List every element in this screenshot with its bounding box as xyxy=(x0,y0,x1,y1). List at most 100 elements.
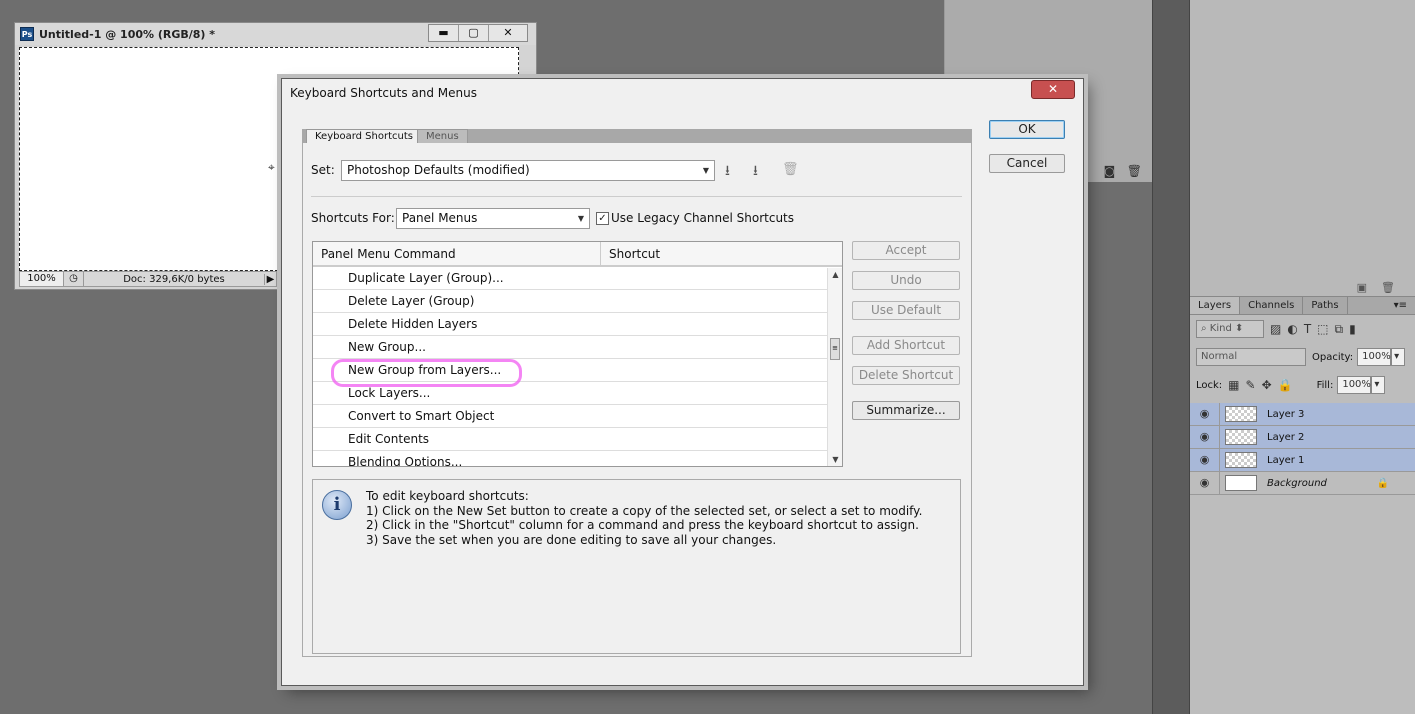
visibility-eye-icon[interactable]: ◉ xyxy=(1190,449,1220,471)
tab-channels[interactable]: Channels xyxy=(1240,297,1304,314)
opacity-dropdown-icon[interactable]: ▾ xyxy=(1391,348,1406,366)
status-menu-arrow-icon[interactable]: ▶ xyxy=(264,273,276,285)
legacy-shortcuts-checkbox[interactable]: ✓ xyxy=(596,212,609,225)
tab-paths[interactable]: Paths xyxy=(1303,297,1348,314)
lock-transparent-icon[interactable]: ▦ xyxy=(1228,378,1239,392)
set-label: Set: xyxy=(311,163,335,177)
lock-row: Lock: ▦ ✎ ✥ 🔒 Fill: 100% ▾ xyxy=(1190,371,1415,399)
delete-shortcut-button[interactable]: Delete Shortcut xyxy=(852,366,960,385)
column-header-shortcut[interactable]: Shortcut xyxy=(601,242,660,265)
set-value: Photoshop Defaults (modified) xyxy=(347,163,530,177)
blend-mode-select[interactable]: Normal xyxy=(1196,348,1306,366)
delete-set-icon[interactable]: 🗑 xyxy=(782,162,799,177)
save-set-icon[interactable]: ⭳ xyxy=(725,160,730,184)
visibility-eye-icon[interactable]: ◉ xyxy=(1190,472,1220,494)
tab-keyboard-shortcuts[interactable]: Keyboard Shortcuts xyxy=(306,129,422,144)
layer-lock-icon: 🔒 xyxy=(1376,477,1389,489)
lock-position-icon[interactable]: ✥ xyxy=(1262,378,1272,392)
smart-object-filter-icon[interactable]: ⧉ xyxy=(1335,322,1344,337)
photoshop-icon: Ps xyxy=(20,27,34,41)
shortcuts-for-label: Shortcuts For: xyxy=(311,211,395,225)
use-default-button[interactable]: Use Default xyxy=(852,301,960,320)
layer-row[interactable]: ◉ Layer 1 xyxy=(1190,449,1415,472)
close-window-button[interactable]: ✕ xyxy=(489,25,527,41)
scroll-down-icon[interactable]: ▼ xyxy=(828,455,842,464)
ok-button[interactable]: OK xyxy=(989,120,1065,139)
type-filter-icon[interactable]: T xyxy=(1304,322,1311,336)
cancel-button[interactable]: Cancel xyxy=(989,154,1065,173)
table-row[interactable]: Blending Options... xyxy=(313,451,827,466)
column-header-command[interactable]: Panel Menu Command xyxy=(313,242,601,265)
opacity-field[interactable]: 100% xyxy=(1357,348,1392,366)
table-row[interactable]: New Group... xyxy=(313,336,827,359)
shape-filter-icon[interactable]: ⬚ xyxy=(1317,322,1328,336)
legacy-shortcuts-label: Use Legacy Channel Shortcuts xyxy=(611,211,795,225)
filter-toggle-icon[interactable]: ▮ xyxy=(1349,322,1356,336)
table-row[interactable]: Delete Layer (Group) xyxy=(313,290,827,313)
shortcuts-for-value: Panel Menus xyxy=(402,211,478,225)
shortcuts-for-select[interactable]: Panel Menus ▼ xyxy=(396,208,590,229)
dialog-close-button[interactable]: ✕ xyxy=(1031,80,1075,99)
maximize-button[interactable]: ▢ xyxy=(459,25,489,41)
tab-menus[interactable]: Menus xyxy=(417,129,468,144)
visibility-eye-icon[interactable]: ◉ xyxy=(1190,426,1220,448)
kind-filter-select[interactable]: ⌕ Kind ⬍ xyxy=(1196,320,1264,338)
divider xyxy=(311,196,962,197)
camera-trash-icons: ◙ 🗑 xyxy=(1103,164,1142,178)
visibility-eye-icon[interactable]: ◉ xyxy=(1190,403,1220,425)
scroll-up-icon[interactable]: ▲ xyxy=(828,270,842,279)
table-row[interactable]: Delete Hidden Layers xyxy=(313,313,827,336)
doc-info: Doc: 329,6K/0 bytes xyxy=(123,273,225,285)
set-select[interactable]: Photoshop Defaults (modified) ▼ xyxy=(341,160,715,181)
lock-all-icon[interactable]: 🔒 xyxy=(1278,378,1293,392)
adjustment-filter-icon[interactable]: ◐ xyxy=(1287,322,1297,336)
new-delete-icons: ▣ 🗑 xyxy=(1356,281,1395,294)
layer-row-background[interactable]: ◉ Background 🔒 xyxy=(1190,472,1415,495)
scroll-thumb[interactable]: ≡ xyxy=(830,338,840,360)
shortcuts-table: Panel Menu Command Shortcut Duplicate La… xyxy=(312,241,843,467)
info-line: To edit keyboard shortcuts: xyxy=(366,489,529,503)
table-row[interactable]: Convert to Smart Object xyxy=(313,405,827,428)
kind-filter-label: Kind xyxy=(1209,323,1232,334)
lock-label: Lock: xyxy=(1196,379,1223,391)
table-row[interactable]: Duplicate Layer (Group)... xyxy=(313,267,827,290)
accept-button[interactable]: Accept xyxy=(852,241,960,260)
minimize-button[interactable]: ▬ xyxy=(429,25,459,41)
zoom-level[interactable]: 100% xyxy=(20,272,64,286)
dialog-tabbar: Keyboard Shortcuts Menus xyxy=(302,129,972,144)
image-filter-icon[interactable]: ▨ xyxy=(1270,322,1281,336)
chevron-down-icon: ▼ xyxy=(577,214,584,223)
layer-thumbnail xyxy=(1225,475,1257,491)
chevron-down-icon: ▼ xyxy=(702,166,709,175)
info-box: i To edit keyboard shortcuts: 1) Click o… xyxy=(312,479,961,654)
layer-row[interactable]: ◉ Layer 3 xyxy=(1190,403,1415,426)
layer-row[interactable]: ◉ Layer 2 xyxy=(1190,426,1415,449)
add-shortcut-button[interactable]: Add Shortcut xyxy=(852,336,960,355)
document-titlebar[interactable]: Ps Untitled-1 @ 100% (RGB/8) * ▬ ▢ ✕ xyxy=(15,23,536,45)
undo-button[interactable]: Undo xyxy=(852,271,960,290)
layer-name: Layer 2 xyxy=(1267,431,1305,443)
table-row[interactable]: Lock Layers... xyxy=(313,382,827,405)
info-text: To edit keyboard shortcuts: 1) Click on … xyxy=(366,489,922,547)
panel-dock-strip xyxy=(1152,0,1190,714)
opacity-label: Opacity: xyxy=(1312,351,1354,363)
fill-field[interactable]: 100% xyxy=(1337,376,1372,394)
lock-image-icon[interactable]: ✎ xyxy=(1246,378,1256,392)
table-header: Panel Menu Command Shortcut xyxy=(313,242,842,267)
table-row-highlighted[interactable]: New Group from Layers... xyxy=(313,359,827,387)
layer-name: Background xyxy=(1267,477,1327,489)
panel-menu-icon[interactable]: ▾≡ xyxy=(1386,297,1415,314)
info-line: 1) Click on the New Set button to create… xyxy=(366,503,923,518)
summarize-button[interactable]: Summarize... xyxy=(852,401,960,420)
fill-dropdown-icon[interactable]: ▾ xyxy=(1371,376,1386,394)
new-set-icon[interactable]: ⭳ xyxy=(753,160,758,184)
layer-filter-row: ⌕ Kind ⬍ ▨ ◐ T ⬚ ⧉ ▮ xyxy=(1190,315,1415,343)
layer-thumbnail xyxy=(1225,429,1257,445)
layer-thumbnail xyxy=(1225,406,1257,422)
table-row[interactable]: Edit Contents xyxy=(313,428,827,451)
keyboard-shortcuts-dialog: Keyboard Shortcuts and Menus ✕ Keyboard … xyxy=(281,78,1084,686)
tab-layers[interactable]: Layers xyxy=(1190,297,1241,314)
table-scrollbar[interactable]: ▲ ≡ ▼ xyxy=(827,268,842,466)
layer-name: Layer 1 xyxy=(1267,454,1305,466)
status-icon[interactable]: ◷ xyxy=(64,272,84,286)
